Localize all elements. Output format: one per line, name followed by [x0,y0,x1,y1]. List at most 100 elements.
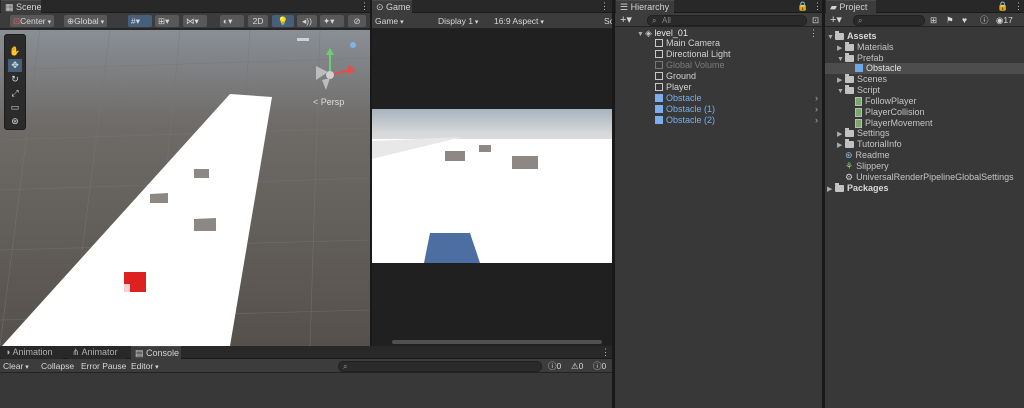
unity-scene-icon: ◈ [645,28,655,38]
game-view-dropdown[interactable]: Game [372,15,432,27]
rect-tool-icon[interactable]: ▭ [8,101,22,114]
scenes-folder[interactable]: ▶ Scenes [825,74,887,85]
obstacle-1 [194,169,209,178]
project-lock-icon[interactable]: 🔒 [997,1,1008,12]
move-tool-icon[interactable]: ✥ [8,59,22,72]
settings-folder[interactable]: ▶ Settings [825,128,890,139]
hierarchy-item[interactable]: Obstacle (2) › [615,115,822,126]
game-menu-icon[interactable]: ⋮ [600,1,609,12]
draw-mode-button[interactable]: ◐▾ [220,15,244,27]
hidden-count-badge[interactable]: ◉17 [993,14,1016,26]
clear-button[interactable]: Clear [0,360,32,372]
scene-viewport[interactable]: < Persp ✋ ✥ ↻ ⤢ ▭ ⊛ [0,30,370,346]
console-search-input[interactable] [338,361,542,372]
console-log-area[interactable] [0,374,612,408]
hierarchy-item-label: Ground [666,71,697,81]
folder-icon [845,128,854,137]
prefab-open-arrow-icon[interactable]: › [815,115,818,126]
game-panel: ⊙ Game ⋮ Game Display 1 16:9 Aspect Sc [372,0,613,346]
tab-console[interactable]: ▤ Console [131,346,181,359]
info-icon[interactable]: ⓘ [977,14,992,26]
hierarchy-item-label: Obstacle (2) [666,115,716,125]
collapse-button[interactable]: Collapse [38,360,77,372]
tab-animator[interactable]: ⋔ Animator [68,346,126,359]
project-add-button[interactable]: +▾ [827,14,845,26]
project-search-input[interactable] [853,15,925,26]
error-count-toggle[interactable]: ⓘ0 [590,360,609,372]
hierarchy-item[interactable]: Directional Light [615,49,822,60]
hierarchy-panel: ☰ Hierarchy 🔒 ⋮ +▾ All ⊡ ▼◈ level_01 ⋮ M… [615,0,822,408]
hierarchy-item[interactable]: Ground [615,71,822,82]
folder-icon [845,42,854,51]
hierarchy-item[interactable]: Global Volume [615,60,822,71]
assets-folder[interactable]: ▼ Assets [825,31,877,42]
tab-game[interactable]: ⊙ Game [372,0,412,13]
console-menu-icon[interactable]: ⋮ [601,347,610,358]
increment-snap-button[interactable]: ⋈▾ [183,15,207,27]
perspective-label[interactable]: < Persp [313,97,344,108]
hierarchy-item-label: Player [666,82,692,92]
favorite-icon[interactable]: ♥ [959,14,970,26]
readme-asset[interactable]: ⊛ Readme [825,150,890,161]
search-by-label-icon[interactable]: ⚑ [943,14,957,26]
tab-animation[interactable]: ◑ Animation [1,346,63,359]
pivot-mode-dropdown[interactable]: ⊡Center [10,15,55,27]
pivot-rotation-dropdown[interactable]: ⊕Global [64,15,108,27]
scale-tool-icon[interactable]: ⤢ [8,87,22,100]
hierarchy-lock-icon[interactable]: 🔒 [797,1,808,12]
lighting-button[interactable]: 💡 [272,15,294,27]
mode-2d-button[interactable]: 2D [248,15,268,27]
log-count-toggle[interactable]: ⓘ0 [545,360,564,372]
grid-snap-button[interactable]: #▾ [128,15,152,27]
packages-folder[interactable]: ▶ Packages [825,183,889,194]
materials-folder[interactable]: ▶ Materials [825,42,894,53]
search-by-type-icon[interactable]: ⊞ [927,14,940,26]
error-pause-button[interactable]: Error Pause [78,360,129,372]
script-folder[interactable]: ▼ Script [825,85,880,96]
script-file-followplayer[interactable]: FollowPlayer [825,96,917,107]
hierarchy-add-button[interactable]: +▾ [617,14,635,26]
slippery-asset[interactable]: ⚘ Slippery [825,161,889,172]
game-obstacle-2 [445,151,465,161]
transform-tool-icon[interactable]: ⊛ [8,115,22,128]
warning-icon: ⚠ [571,361,579,371]
hierarchy-toolbar: +▾ All ⊡ [615,13,822,27]
tab-hierarchy[interactable]: ☰ Hierarchy [616,0,674,13]
audio-icon: ◂)) [302,16,312,26]
tab-project[interactable]: ▰ Project [826,0,876,13]
hierarchy-item[interactable]: Player [615,82,822,93]
game-obstacle-1 [479,145,491,152]
script-file-playercollision[interactable]: PlayerCollision [825,107,925,118]
aspect-dropdown[interactable]: 16:9 Aspect [491,15,601,27]
project-menu-icon[interactable]: ⋮ [1014,1,1023,12]
gameobject-cube-icon [655,83,663,91]
effects-button[interactable]: ✦▾ [320,15,344,27]
rotate-tool-icon[interactable]: ↻ [8,73,22,86]
hierarchy-tab-icon: ☰ [620,2,631,12]
prefab-open-arrow-icon[interactable]: › [815,104,818,115]
audio-button[interactable]: ◂)) [297,15,317,27]
prefab-cube-icon [855,64,863,72]
hierarchy-item[interactable]: Obstacle › [615,93,822,104]
scene-render [0,30,370,346]
tutorialinfo-folder[interactable]: ▶ TutorialInfo [825,139,902,150]
visibility-button[interactable]: ⊘ [348,15,366,27]
tab-scene[interactable]: ▦ Scene [1,0,42,13]
display-dropdown[interactable]: Display 1 [435,15,491,27]
project-panel: ▰ Project 🔒 ⋮ +▾ ⊞ ⚑ ♥ ⓘ ◉17 ▼Assets ▶Ma… [825,0,1024,408]
obstacle-prefab-item[interactable]: Obstacle [825,63,1024,74]
hierarchy-item[interactable]: Main Camera [615,38,822,49]
urp-settings-asset[interactable]: ⚙ UniversalRenderPipelineGlobalSettings [825,172,1014,183]
game-scrollbar[interactable] [392,340,602,344]
hierarchy-filter-icon[interactable]: ⊡ [809,14,822,26]
prefab-open-arrow-icon[interactable]: › [815,93,818,104]
scene-menu-icon[interactable]: ⋮ [360,1,369,12]
hierarchy-item[interactable]: Obstacle (1) › [615,104,822,115]
snap-settings-button[interactable]: ⊞▾ [155,15,179,27]
hand-tool-icon[interactable]: ✋ [8,45,22,58]
hierarchy-menu-icon[interactable]: ⋮ [813,1,822,12]
hierarchy-search-input[interactable]: All [647,15,807,26]
editor-dropdown[interactable]: Editor [128,360,162,372]
warning-count-toggle[interactable]: ⚠0 [568,360,586,372]
folder-open-icon [835,31,844,40]
